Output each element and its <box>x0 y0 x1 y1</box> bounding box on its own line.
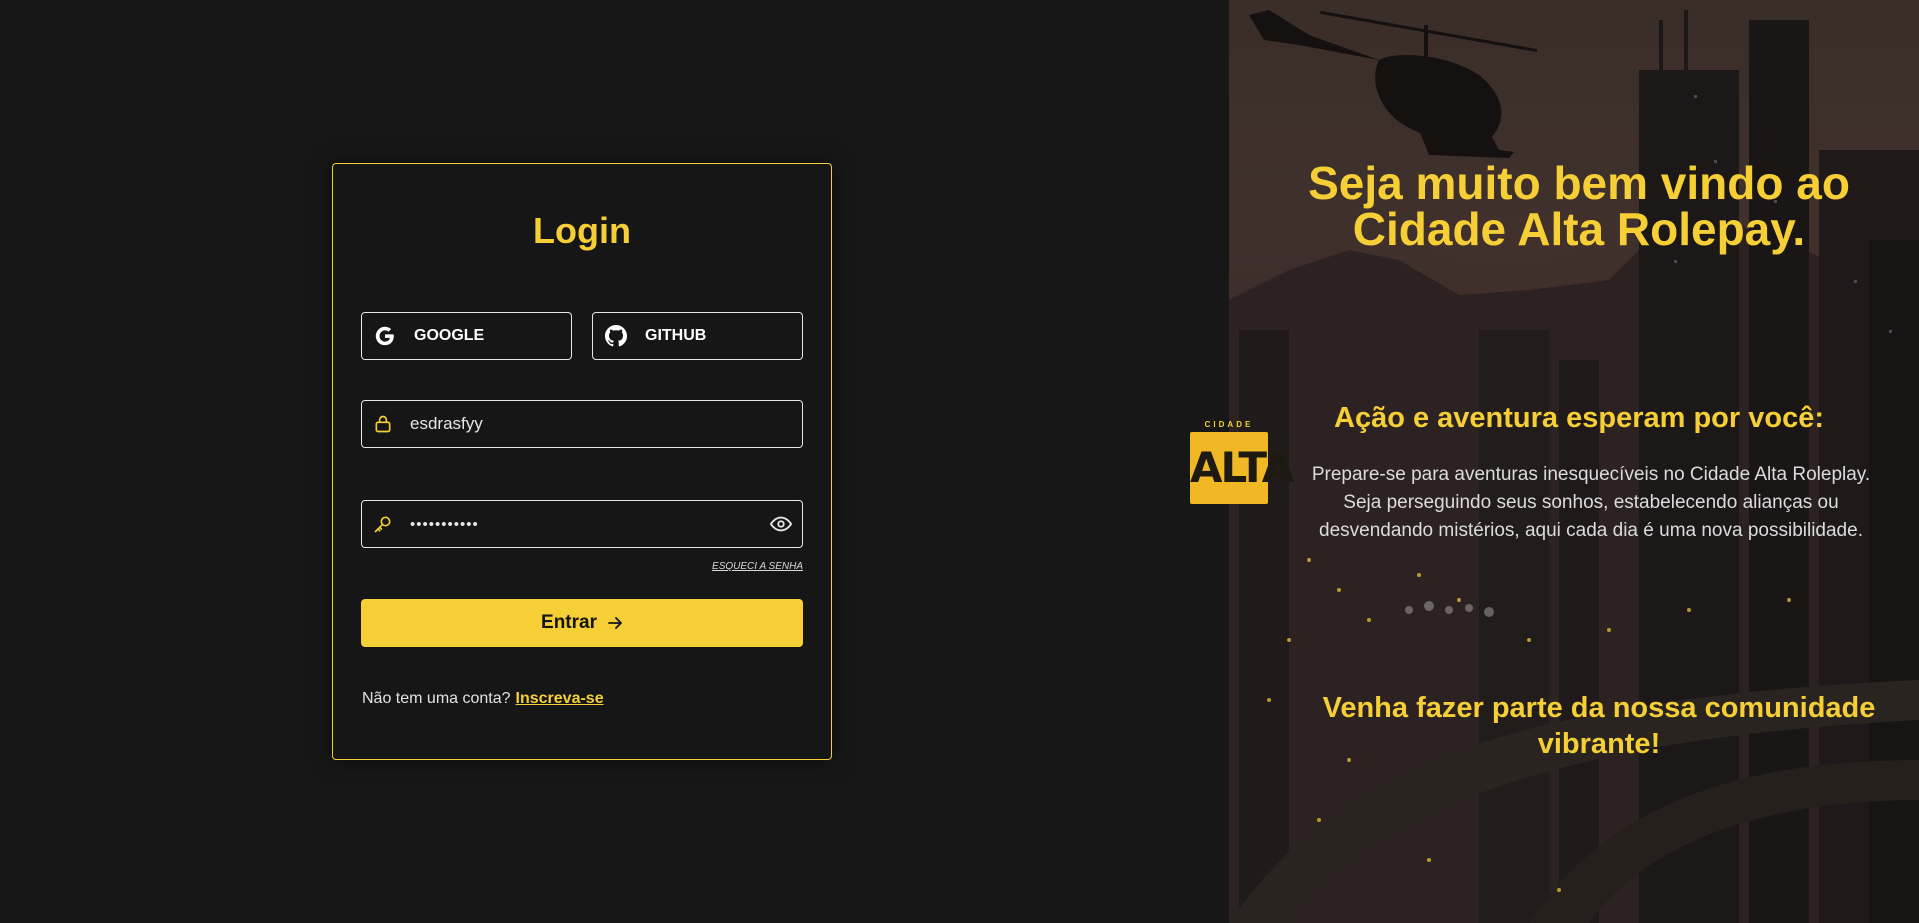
login-card: Login GOOGLE GITHUB esdrasfyy ••••••••••… <box>332 163 832 760</box>
hero-title: Seja muito bem vindo ao Cidade Alta Role… <box>1308 157 1850 255</box>
forgot-password-link[interactable]: ESQUECI A SENHA <box>712 561 803 572</box>
login-title: Login <box>533 210 631 251</box>
username-field[interactable] <box>361 400 803 448</box>
login-panel: Login GOOGLE GITHUB esdrasfyy ••••••••••… <box>0 0 1229 923</box>
signup-prompt: Não tem uma conta? <box>362 690 511 707</box>
key-icon <box>372 513 394 535</box>
submit-button[interactable]: Entrar <box>361 599 803 647</box>
page: Login GOOGLE GITHUB esdrasfyy ••••••••••… <box>0 0 1919 923</box>
lock-icon <box>372 413 394 435</box>
arrow-right-icon <box>607 616 623 630</box>
google-icon <box>374 325 396 347</box>
submit-label: Entrar <box>541 612 597 633</box>
password-input[interactable] <box>410 501 768 547</box>
promo-description: Prepare-se para aventuras inesquecíveis … <box>1311 464 1871 541</box>
github-login-label: GITHUB <box>645 327 707 344</box>
eye-icon[interactable] <box>768 513 794 535</box>
password-field[interactable] <box>361 500 803 548</box>
username-input[interactable] <box>410 401 802 447</box>
logo-top-text: CIDADE <box>1204 420 1254 429</box>
google-login-button[interactable]: GOOGLE <box>361 312 572 360</box>
cidade-alta-logo: CIDADE ALTA <box>1190 420 1294 510</box>
logo-main-text: ALTA <box>1190 432 1294 504</box>
join-community-text: Venha fazer parte da nossa comunidade vi… <box>1322 692 1876 760</box>
promo-panel: Seja muito bem vindo ao Cidade Alta Role… <box>1229 0 1919 923</box>
signup-row: Não tem uma conta? Inscreva-se <box>362 690 604 708</box>
github-login-button[interactable]: GITHUB <box>592 312 803 360</box>
google-login-label: GOOGLE <box>414 327 485 344</box>
promo-subtitle: Ação e aventura esperam por você: <box>1334 402 1824 434</box>
signup-link[interactable]: Inscreva-se <box>516 690 604 707</box>
github-icon <box>605 325 627 347</box>
